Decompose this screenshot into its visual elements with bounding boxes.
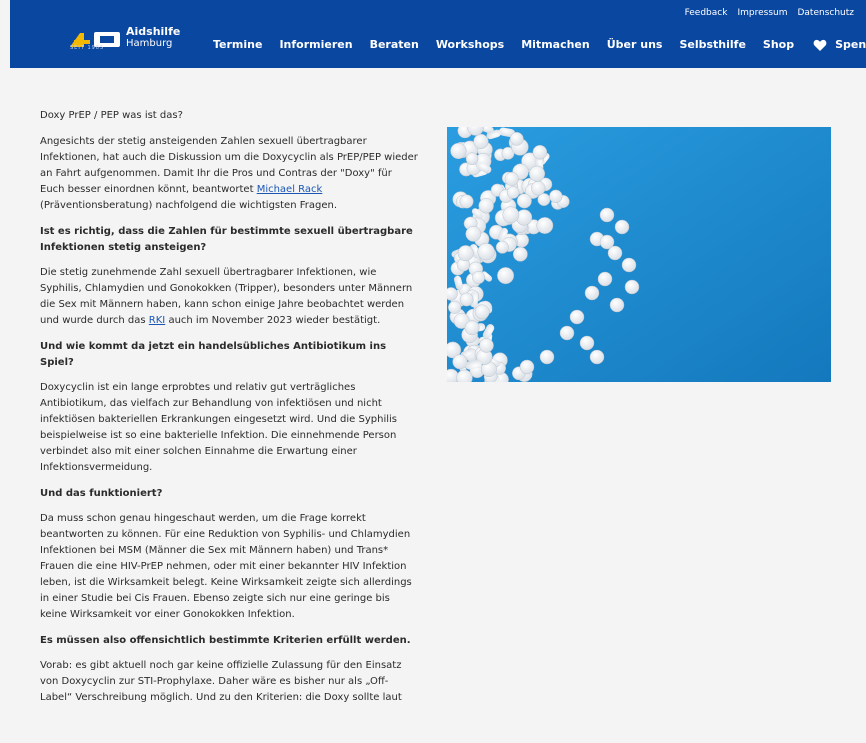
pill (530, 180, 546, 196)
nav-beraten[interactable]: Beraten (370, 38, 419, 51)
pill (512, 246, 528, 262)
pill (464, 320, 480, 336)
intro-text-a: Angesichts der stetig ansteigenden Zahle… (40, 136, 418, 195)
nav-spenden[interactable]: Spenden (813, 38, 866, 51)
main-nav: Termine Informieren Beraten Workshops Mi… (213, 38, 866, 51)
impressum-link[interactable]: Impressum (737, 8, 787, 18)
pills-illustration (447, 127, 831, 382)
pill (472, 271, 486, 284)
pill (473, 133, 489, 150)
site-logo[interactable]: Aidshilfe Hamburg SEIT 1985 (70, 26, 180, 51)
pill (597, 271, 613, 287)
answer-1: Die stetig zunehmende Zahl sexuell übert… (40, 265, 418, 329)
pill (474, 304, 490, 320)
datenschutz-link[interactable]: Datenschutz (797, 8, 854, 18)
pill (579, 335, 595, 351)
nav-selbsthilfe[interactable]: Selbsthilfe (679, 38, 745, 51)
nav-workshops[interactable]: Workshops (436, 38, 504, 51)
nav-informieren[interactable]: Informieren (279, 38, 352, 51)
pill (549, 189, 563, 204)
pill (532, 145, 548, 160)
feedback-link[interactable]: Feedback (685, 8, 728, 18)
question-2: Und wie kommt da jetzt ein handelsüblich… (40, 341, 387, 368)
question-3: Und das funktioniert? (40, 488, 163, 499)
pill (459, 194, 474, 209)
pill (516, 193, 532, 209)
pill (589, 349, 605, 365)
nav-termine[interactable]: Termine (213, 38, 262, 51)
pill (477, 243, 495, 261)
pill (465, 226, 482, 242)
pill (599, 207, 615, 223)
rki-link[interactable]: RKI (149, 315, 165, 326)
pill (519, 359, 535, 375)
pill (509, 132, 524, 146)
pill (448, 300, 462, 314)
article-title: Doxy PrEP / PEP was ist das? (40, 110, 183, 121)
pill (584, 285, 600, 301)
pill (624, 279, 640, 295)
question-4: Es müssen also offensichtlich bestimmte … (40, 635, 411, 646)
answer-2: Doxycyclin ist ein lange erprobtes und r… (40, 382, 397, 473)
logo-name-line1: Aidshilfe (126, 25, 181, 38)
pill (504, 171, 519, 186)
pill (465, 152, 479, 166)
answer-4: Vorab: es gibt aktuell noch gar keine of… (40, 660, 402, 703)
logo-since: SEIT 1985 (70, 45, 105, 51)
pill (529, 165, 546, 182)
nav-ueber-uns[interactable]: Über uns (607, 38, 663, 51)
pill (479, 338, 494, 353)
pill (559, 325, 575, 341)
pill (459, 292, 474, 307)
answer-3: Da muss schon genau hingeschaut werden, … (40, 513, 412, 620)
pill (609, 297, 625, 313)
pill (502, 206, 520, 224)
pill (569, 309, 585, 325)
pill (452, 354, 468, 370)
pill (447, 287, 458, 301)
pill (621, 257, 637, 273)
logo-text: Aidshilfe Hamburg (126, 26, 180, 50)
pill (497, 267, 515, 285)
pill (539, 349, 555, 365)
pill (536, 217, 554, 234)
nav-mitmachen[interactable]: Mitmachen (521, 38, 590, 51)
article-content: Doxy PrEP / PEP was ist das? Angesichts … (40, 108, 418, 716)
michael-rack-link[interactable]: Michael Rack (257, 184, 323, 195)
answer-1-text-b: auch im November 2023 wieder bestätigt. (165, 315, 381, 326)
site-header: Feedback Impressum Datenschutz Aidshilfe… (10, 0, 866, 68)
pill (599, 234, 615, 250)
utility-links: Feedback Impressum Datenschutz (685, 8, 854, 18)
logo-name-line2: Hamburg (126, 38, 173, 49)
question-1: Ist es richtig, dass die Zahlen für best… (40, 226, 413, 253)
pill (495, 240, 509, 254)
pill (478, 198, 494, 214)
image-background (447, 127, 831, 382)
pill (450, 142, 467, 160)
pill (614, 219, 630, 235)
nav-shop[interactable]: Shop (763, 38, 794, 51)
pill (506, 186, 520, 199)
intro-text-b: (Präventionsberatung) nachfolgend die wi… (40, 200, 337, 211)
pill (457, 245, 474, 262)
spenden-label: Spenden (835, 38, 866, 51)
heart-icon (813, 39, 827, 51)
pills-image (447, 127, 831, 382)
intro-paragraph: Angesichts der stetig ansteigenden Zahle… (40, 134, 418, 214)
